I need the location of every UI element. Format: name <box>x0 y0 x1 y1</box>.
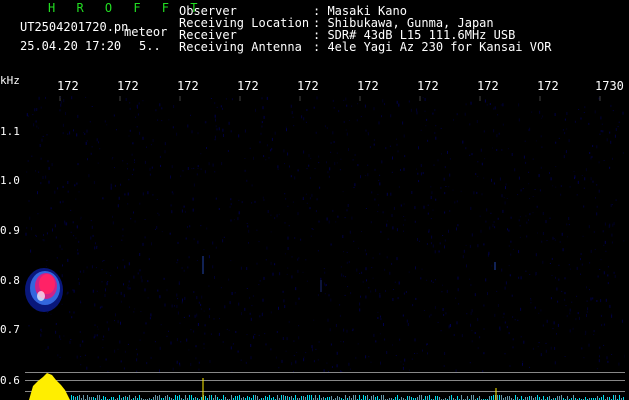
antenna-value: : 4ele Yagi Az 230 for Kansai VOR <box>313 40 552 54</box>
waterfall-plot <box>25 96 625 372</box>
faint-traces <box>202 256 496 292</box>
spectrum-bars <box>71 395 624 400</box>
x-tick: 172 <box>537 79 559 93</box>
x-tick: 172 <box>57 79 79 93</box>
spectrum-peak <box>29 373 70 400</box>
spectrum-strip <box>25 372 625 400</box>
x-tick: 172 <box>417 79 439 93</box>
datetime-label: 25.04.20 17:20 <box>20 39 122 53</box>
y-tick: 0.9 <box>0 224 20 237</box>
y-tick: 0.7 <box>0 323 20 336</box>
mode-label: meteor <box>124 25 168 39</box>
y-tick: 0.8 <box>0 274 20 287</box>
y-tick: 1.0 <box>0 174 20 187</box>
x-tick: 172 <box>177 79 199 93</box>
x-tick: 172 <box>357 79 379 93</box>
extra-label: 5.. <box>139 39 161 53</box>
x-tick: 172 <box>477 79 499 93</box>
x-tick: 172 <box>297 79 319 93</box>
meteor-echo <box>25 268 63 312</box>
x-tick: 172 <box>117 79 139 93</box>
y-tick: 1.1 <box>0 125 20 138</box>
y-tick: 0.6 <box>0 374 20 387</box>
filename-label: UT2504201720.pn <box>20 20 129 34</box>
x-tick: 172 <box>237 79 259 93</box>
noise-speckle <box>25 96 625 372</box>
antenna-label: Receiving Antenna <box>179 40 302 54</box>
y-unit-label: kHz <box>0 74 20 87</box>
x-tick: 1730 <box>595 79 624 93</box>
tick-marks <box>59 96 601 101</box>
